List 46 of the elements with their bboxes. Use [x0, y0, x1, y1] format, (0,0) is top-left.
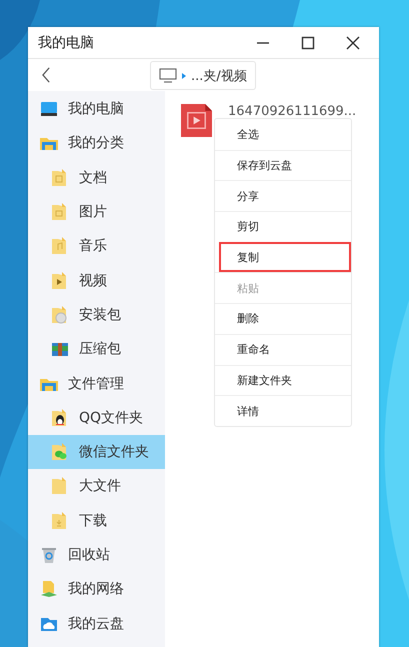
- close-icon[interactable]: [345, 34, 361, 50]
- menu-item[interactable]: 新建文件夹: [215, 364, 351, 396]
- sidebar-item[interactable]: 视频: [28, 263, 165, 298]
- document-icon: [51, 168, 69, 187]
- network-folder-icon: [40, 580, 58, 598]
- chat-bubble-icon: [51, 443, 69, 462]
- sidebar-item[interactable]: 图片: [28, 194, 165, 230]
- archive-icon: [51, 340, 69, 358]
- sidebar-item[interactable]: 我的电脑: [28, 92, 165, 126]
- menu-item[interactable]: 复制: [219, 242, 351, 272]
- file-name: 16470926111699...: [228, 104, 356, 119]
- music-note-icon: [51, 237, 69, 256]
- video-file-icon: [181, 104, 212, 137]
- sidebar-item[interactable]: 我的云盘: [28, 606, 165, 641]
- path-bar[interactable]: ...夹/视频: [150, 61, 256, 90]
- back-icon[interactable]: [42, 67, 51, 83]
- folder-icon: [51, 477, 69, 496]
- menu-item[interactable]: 分享: [215, 180, 351, 212]
- sidebar-item[interactable]: 安装包: [28, 298, 165, 332]
- maximize-icon[interactable]: [300, 34, 316, 50]
- monitor-icon: [159, 68, 177, 84]
- computer-icon: [40, 100, 58, 118]
- sidebar-item[interactable]: QQ文件夹: [28, 400, 165, 435]
- menu-item[interactable]: 删除: [215, 303, 351, 334]
- sidebar-item[interactable]: 音乐: [28, 229, 165, 264]
- sidebar-item[interactable]: 回收站: [28, 538, 165, 572]
- sidebar-item[interactable]: 下载: [28, 504, 165, 538]
- penguin-icon: [51, 408, 69, 427]
- sidebar-item[interactable]: 文档: [28, 160, 165, 195]
- menu-item[interactable]: 详情: [215, 395, 351, 426]
- path-text: ...夹/视频: [191, 68, 247, 84]
- sidebar-item[interactable]: 我的分类: [28, 126, 165, 161]
- menu-item[interactable]: 保存到云盘: [215, 150, 351, 180]
- download-icon: [51, 512, 69, 530]
- menu-item[interactable]: 重命名: [215, 334, 351, 364]
- menu-item[interactable]: 全选: [215, 119, 351, 150]
- sidebar-item[interactable]: 我的网络: [28, 572, 165, 606]
- menu-item[interactable]: 剪切: [215, 211, 351, 242]
- window-title: 我的电脑: [38, 34, 94, 52]
- play-icon: [51, 272, 69, 290]
- sidebar-item[interactable]: 微信文件夹: [28, 434, 165, 470]
- sidebar-item[interactable]: 压缩包: [28, 332, 165, 366]
- trash-icon: [40, 546, 58, 564]
- sidebar-item[interactable]: 文件管理: [28, 366, 165, 401]
- triangle-icon: [182, 72, 186, 78]
- sidebar-item[interactable]: 大文件: [28, 469, 165, 504]
